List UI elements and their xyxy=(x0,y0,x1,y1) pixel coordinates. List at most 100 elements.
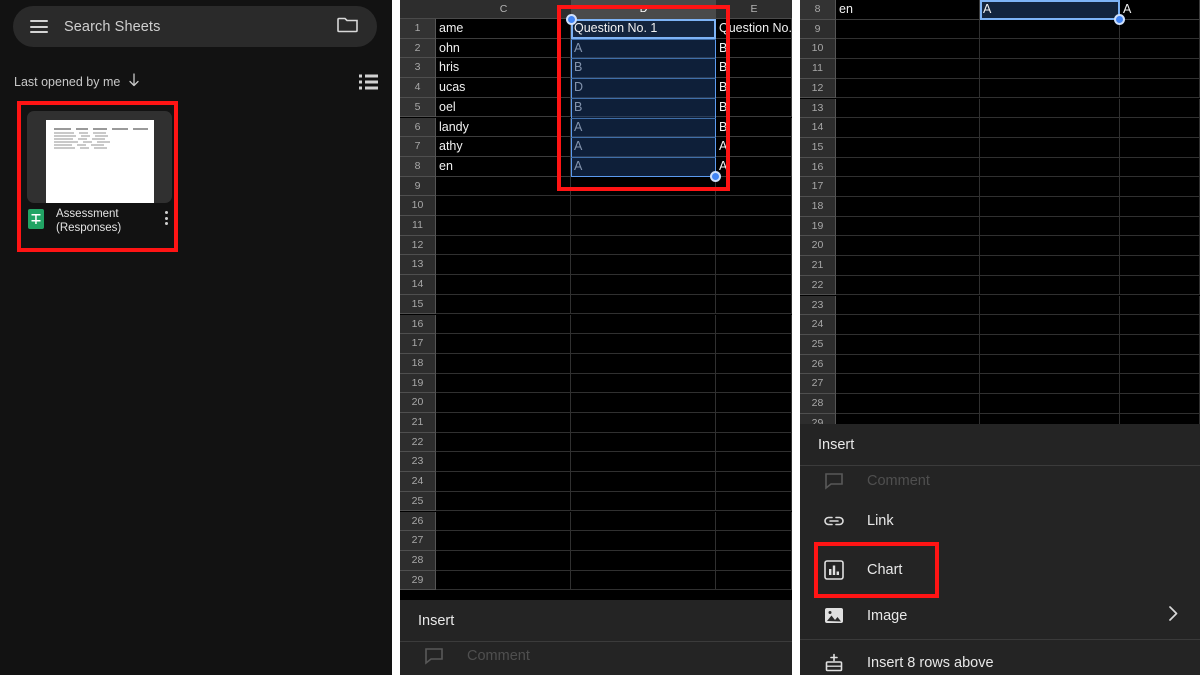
cell[interactable] xyxy=(980,177,1120,197)
cell[interactable] xyxy=(836,118,980,138)
row-header[interactable]: 15 xyxy=(400,294,436,315)
row-header[interactable]: 21 xyxy=(400,413,436,433)
cell[interactable] xyxy=(716,255,792,276)
cell[interactable] xyxy=(1120,295,1200,316)
cell[interactable] xyxy=(980,78,1120,99)
cell[interactable] xyxy=(436,216,571,236)
cell[interactable] xyxy=(980,275,1120,296)
cell[interactable] xyxy=(836,39,980,60)
hamburger-menu-icon[interactable] xyxy=(30,20,48,33)
row-header[interactable]: 6 xyxy=(400,117,436,138)
cell[interactable] xyxy=(436,176,571,197)
cell[interactable]: B xyxy=(571,97,716,118)
cell[interactable] xyxy=(1120,177,1200,197)
cell[interactable]: en xyxy=(836,0,980,20)
row-header[interactable]: 5 xyxy=(400,97,436,118)
cell[interactable]: ucas xyxy=(436,78,571,98)
cell[interactable] xyxy=(1120,354,1200,375)
cell[interactable] xyxy=(1120,98,1200,119)
row-header[interactable]: 26 xyxy=(400,511,436,532)
cell[interactable] xyxy=(716,196,792,216)
cell[interactable] xyxy=(571,432,716,453)
cell[interactable] xyxy=(436,353,571,374)
row-header[interactable]: 19 xyxy=(800,216,836,237)
menu-item-link-right[interactable]: Link xyxy=(800,495,1200,547)
cell[interactable] xyxy=(980,374,1120,394)
cell[interactable] xyxy=(716,294,792,315)
cell[interactable] xyxy=(571,531,716,551)
cell[interactable]: ohn xyxy=(436,38,571,59)
cell[interactable] xyxy=(716,570,792,591)
cell[interactable] xyxy=(571,472,716,492)
cell[interactable] xyxy=(436,275,571,295)
row-header[interactable]: 11 xyxy=(400,216,436,236)
list-view-icon[interactable] xyxy=(359,74,378,90)
row-header[interactable]: 24 xyxy=(400,472,436,492)
arrow-down-icon[interactable] xyxy=(128,72,140,92)
cell[interactable] xyxy=(436,472,571,492)
row-header[interactable]: 9 xyxy=(400,176,436,197)
cell[interactable] xyxy=(836,394,980,414)
row-header[interactable]: 19 xyxy=(400,373,436,394)
row-header[interactable]: 28 xyxy=(400,550,436,571)
cell[interactable] xyxy=(716,334,792,354)
row-header[interactable]: 23 xyxy=(800,295,836,316)
cell[interactable] xyxy=(571,452,716,473)
row-header[interactable]: 22 xyxy=(800,275,836,296)
row-header[interactable]: 25 xyxy=(400,491,436,512)
row-header[interactable]: 27 xyxy=(800,374,836,394)
cell[interactable] xyxy=(436,235,571,256)
row-header[interactable]: 29 xyxy=(400,570,436,591)
cell[interactable] xyxy=(980,157,1120,178)
cell[interactable] xyxy=(836,256,980,276)
row-header[interactable]: 11 xyxy=(800,59,836,79)
row-header[interactable]: 17 xyxy=(800,177,836,197)
cell[interactable]: B xyxy=(716,38,792,59)
row-header[interactable]: 20 xyxy=(400,393,436,413)
cell[interactable] xyxy=(980,354,1120,375)
row-header[interactable]: 21 xyxy=(800,256,836,276)
cell[interactable] xyxy=(436,373,571,394)
cell[interactable]: B xyxy=(716,97,792,118)
cell[interactable] xyxy=(716,432,792,453)
cell[interactable]: landy xyxy=(436,117,571,138)
cell[interactable] xyxy=(836,177,980,197)
cell[interactable] xyxy=(716,373,792,394)
cell[interactable] xyxy=(1120,334,1200,355)
cell[interactable] xyxy=(836,315,980,335)
folder-icon[interactable] xyxy=(337,15,359,38)
cell[interactable]: A xyxy=(1120,0,1200,20)
row-header[interactable]: 24 xyxy=(800,315,836,335)
row-header[interactable]: 8 xyxy=(800,0,836,20)
cell[interactable] xyxy=(716,393,792,413)
cell[interactable] xyxy=(436,452,571,473)
cell[interactable] xyxy=(716,314,792,335)
cell[interactable] xyxy=(1120,19,1200,40)
cell[interactable] xyxy=(836,19,980,40)
row-header[interactable]: 8 xyxy=(400,156,436,177)
cell[interactable] xyxy=(836,275,980,296)
cell[interactable] xyxy=(716,235,792,256)
cell[interactable] xyxy=(836,98,980,119)
cell[interactable] xyxy=(1120,59,1200,79)
selection-handle-end[interactable] xyxy=(710,170,721,182)
cell[interactable] xyxy=(571,196,716,216)
row-header[interactable]: 3 xyxy=(400,58,436,79)
selection-handle-end[interactable] xyxy=(1114,13,1125,25)
cell[interactable] xyxy=(716,176,792,197)
cell[interactable]: A xyxy=(571,117,716,138)
cell[interactable] xyxy=(571,413,716,433)
cell[interactable] xyxy=(1120,197,1200,217)
cell[interactable]: A xyxy=(716,137,792,157)
menu-item-link[interactable]: Link xyxy=(400,670,792,675)
row-header[interactable]: 20 xyxy=(800,236,836,257)
row-header[interactable]: 10 xyxy=(800,39,836,60)
row-header[interactable]: 27 xyxy=(400,531,436,551)
menu-item-image[interactable]: Image xyxy=(800,593,1200,639)
cell[interactable] xyxy=(436,531,571,551)
file-card-assessment-responses[interactable]: Assessment (Responses) xyxy=(27,111,172,246)
cell[interactable] xyxy=(716,452,792,473)
cell[interactable]: Question No. 2 xyxy=(716,19,792,39)
cell[interactable] xyxy=(980,334,1120,355)
cell[interactable] xyxy=(436,413,571,433)
